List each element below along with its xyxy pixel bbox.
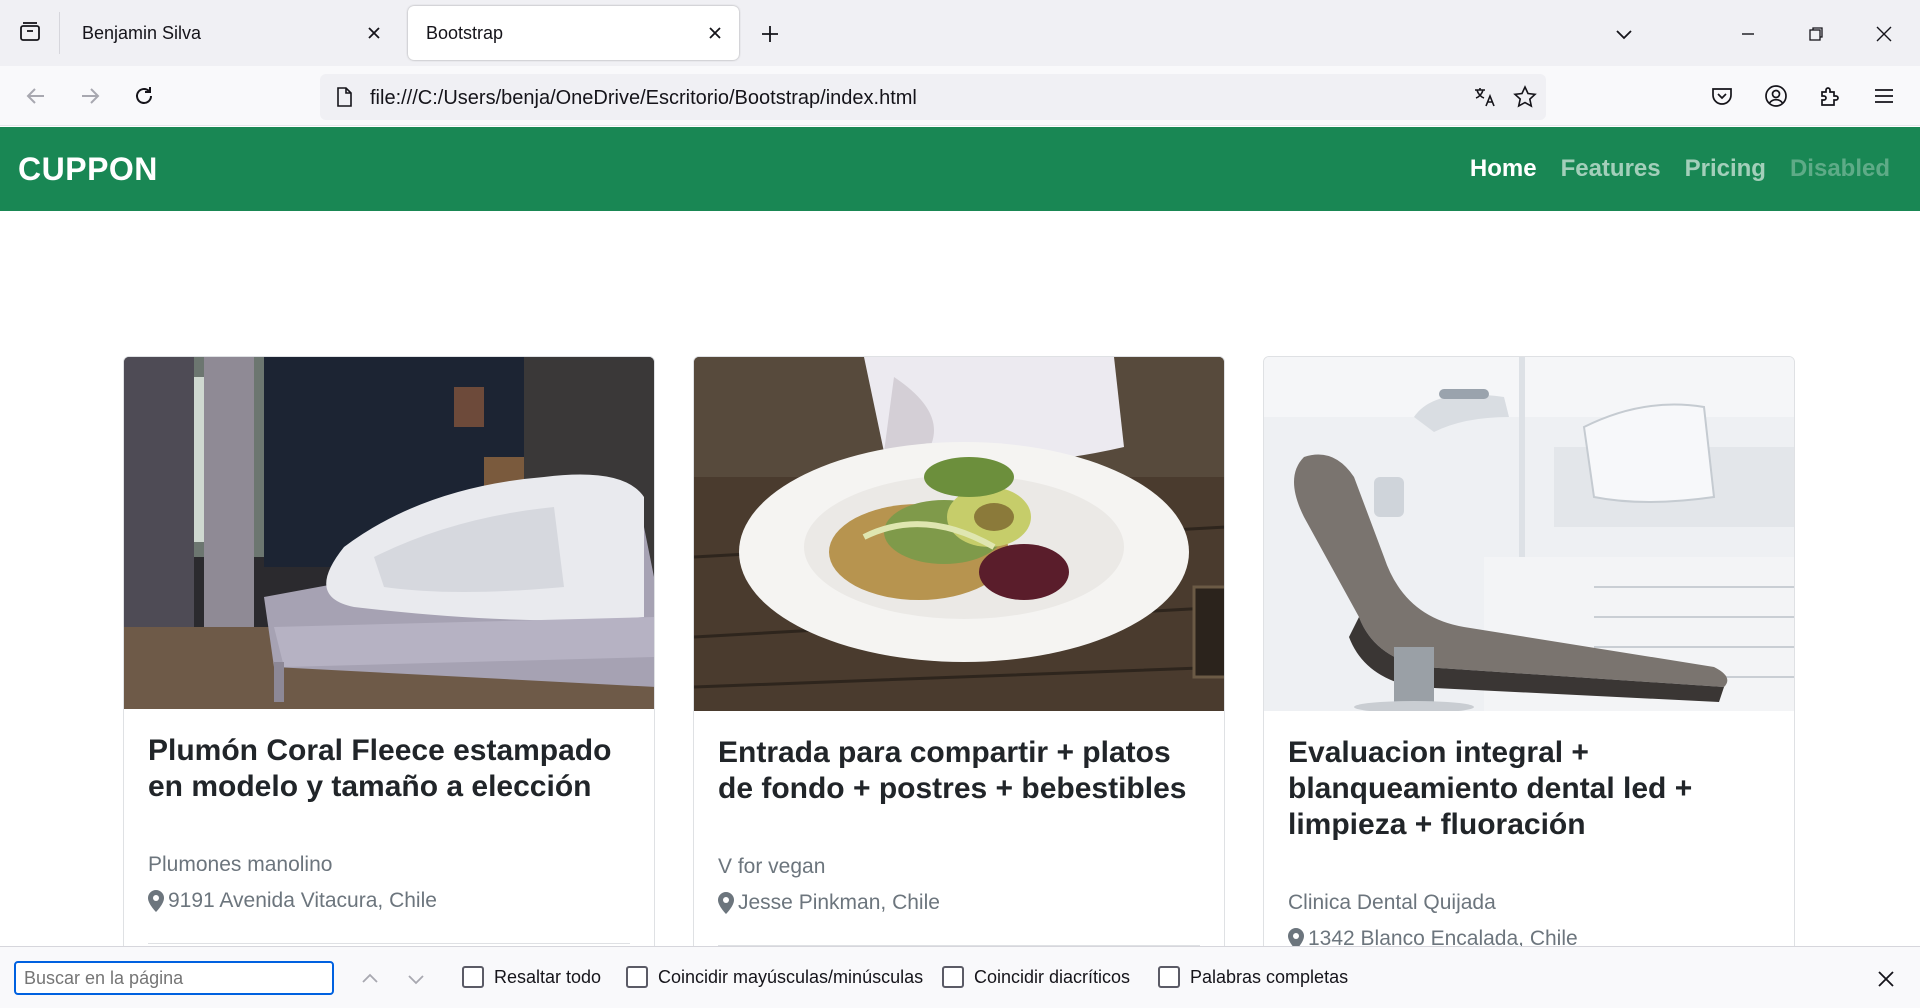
checkbox-box[interactable] — [462, 966, 484, 988]
reload-icon[interactable] — [124, 76, 164, 116]
bookmark-star-icon[interactable] — [1510, 82, 1540, 112]
brand-logo-text[interactable]: CUPPON — [18, 151, 158, 188]
card-title[interactable]: Entrada para compartir + platos de fondo… — [718, 735, 1200, 807]
card-address-text: Jesse Pinkman, Chile — [738, 891, 940, 914]
card-shop-wrap: Clinica Dental Quijada — [1288, 891, 1770, 915]
nav-links: Home Features Pricing Disabled — [1470, 155, 1890, 183]
url-bar[interactable]: file:///C:/Users/benja/OneDrive/Escritor… — [320, 74, 1546, 120]
close-window-icon[interactable] — [1864, 14, 1904, 54]
card-body: Plumón Coral Fleece estampado en modelo … — [148, 733, 630, 805]
card-body: Evaluacion integral + blanqueamiento den… — [1288, 735, 1770, 843]
card-address-wrap: 9191 Avenida Vitacura, Chile — [148, 889, 630, 913]
whole-words-checkbox[interactable]: Palabras completas — [1158, 966, 1348, 988]
card-address: Jesse Pinkman, Chile — [718, 891, 1200, 915]
minimize-icon[interactable] — [1728, 14, 1768, 54]
card-body: Entrada para compartir + platos de fondo… — [718, 735, 1200, 807]
browser-tab-bar: Benjamin Silva Bootstrap — [0, 0, 1920, 66]
find-next-chevron-down-icon[interactable] — [400, 963, 432, 995]
close-tab-icon[interactable] — [701, 19, 729, 47]
match-case-checkbox[interactable]: Coincidir mayúsculas/minúsculas — [626, 966, 923, 988]
pocket-icon[interactable] — [1702, 76, 1742, 116]
close-findbar-icon[interactable] — [1870, 963, 1902, 995]
list-all-tabs-chevron-down-icon[interactable] — [1604, 14, 1644, 54]
deal-card[interactable]: Plumón Coral Fleece estampado en modelo … — [123, 356, 655, 956]
account-icon[interactable] — [1756, 76, 1796, 116]
extensions-puzzle-icon[interactable] — [1810, 76, 1850, 116]
checkbox-label[interactable]: Coincidir diacríticos — [974, 967, 1130, 988]
card-shop-name: Plumones manolino — [148, 853, 333, 876]
card-address-wrap: Jesse Pinkman, Chile — [718, 891, 1200, 915]
tab-title: Bootstrap — [426, 23, 504, 43]
card-address-text: 9191 Avenida Vitacura, Chile — [168, 889, 437, 912]
highlight-all-checkbox[interactable]: Resaltar todo — [462, 966, 601, 988]
translate-icon[interactable] — [1470, 82, 1500, 112]
site-navbar: CUPPON Home Features Pricing Disabled — [0, 127, 1920, 211]
checkbox-box[interactable] — [942, 966, 964, 988]
nav-link-disabled: Disabled — [1789, 155, 1890, 182]
tab-bootstrap[interactable]: Bootstrap — [408, 6, 739, 60]
tab-benjamin-silva[interactable]: Benjamin Silva — [64, 6, 398, 60]
tab-title: Benjamin Silva — [82, 23, 202, 43]
checkbox-label[interactable]: Resaltar todo — [494, 967, 601, 988]
new-tab-plus-icon[interactable] — [752, 16, 788, 52]
browser-toolbar: file:///C:/Users/benja/OneDrive/Escritor… — [0, 66, 1920, 126]
url-text[interactable]: file:///C:/Users/benja/OneDrive/Escritor… — [370, 87, 917, 110]
close-tab-icon[interactable] — [360, 19, 388, 47]
tab-list-icon[interactable] — [12, 14, 48, 50]
location-pin-icon — [148, 890, 164, 912]
location-pin-icon — [718, 892, 734, 914]
card-shop-name: V for vegan — [718, 855, 826, 878]
back-arrow-icon[interactable] — [16, 76, 56, 116]
find-in-page-bar: Resaltar todo Coincidir mayúsculas/minús… — [0, 946, 1920, 1008]
checkbox-label[interactable]: Palabras completas — [1190, 967, 1348, 988]
forward-arrow-icon[interactable] — [70, 76, 110, 116]
checkbox-box[interactable] — [1158, 966, 1180, 988]
restore-icon[interactable] — [1796, 14, 1836, 54]
page-document-icon — [332, 85, 356, 109]
checkbox-box[interactable] — [626, 966, 648, 988]
dental-chair-photo[interactable] — [1264, 357, 1794, 711]
bedroom-photo[interactable] — [124, 357, 654, 709]
deal-card[interactable]: Entrada para compartir + platos de fondo… — [693, 356, 1225, 956]
find-search-input[interactable] — [14, 961, 334, 995]
match-diacritics-checkbox[interactable]: Coincidir diacríticos — [942, 966, 1130, 988]
deal-card[interactable]: Evaluacion integral + blanqueamiento den… — [1263, 356, 1795, 956]
card-title[interactable]: Evaluacion integral + blanqueamiento den… — [1288, 735, 1770, 843]
nav-link-pricing[interactable]: Pricing — [1685, 155, 1766, 183]
card-title[interactable]: Plumón Coral Fleece estampado en modelo … — [148, 733, 630, 805]
find-previous-chevron-up-icon[interactable] — [354, 963, 386, 995]
checkbox-label[interactable]: Coincidir mayúsculas/minúsculas — [658, 967, 923, 988]
card-address: 9191 Avenida Vitacura, Chile — [148, 889, 630, 913]
card-shop-wrap: Plumones manolino — [148, 853, 630, 877]
card-shop-name: Clinica Dental Quijada — [1288, 891, 1496, 914]
card-divider — [148, 943, 630, 944]
nav-link-home[interactable]: Home — [1470, 155, 1537, 183]
card-shop-wrap: V for vegan — [718, 855, 1200, 879]
nav-link-features[interactable]: Features — [1561, 155, 1661, 183]
tab-separator — [59, 12, 60, 54]
salad-plate-photo[interactable] — [694, 357, 1224, 711]
menu-hamburger-icon[interactable] — [1864, 76, 1904, 116]
